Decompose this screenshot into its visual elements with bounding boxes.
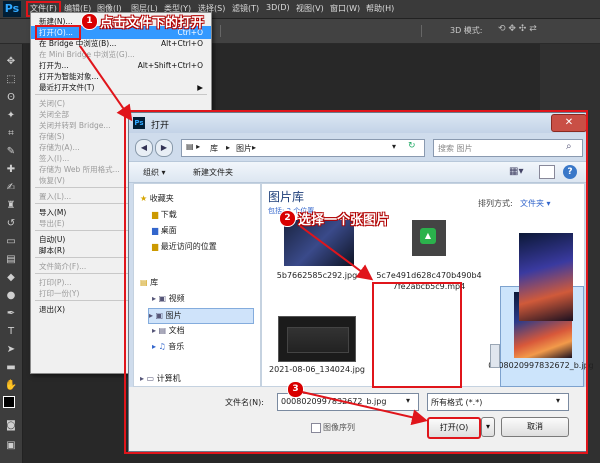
- arrow-to-dialog: [79, 45, 133, 122]
- arrow-to-open-button: [301, 391, 428, 426]
- annotation-arrows: [79, 45, 428, 426]
- arrow-to-file: [299, 225, 374, 281]
